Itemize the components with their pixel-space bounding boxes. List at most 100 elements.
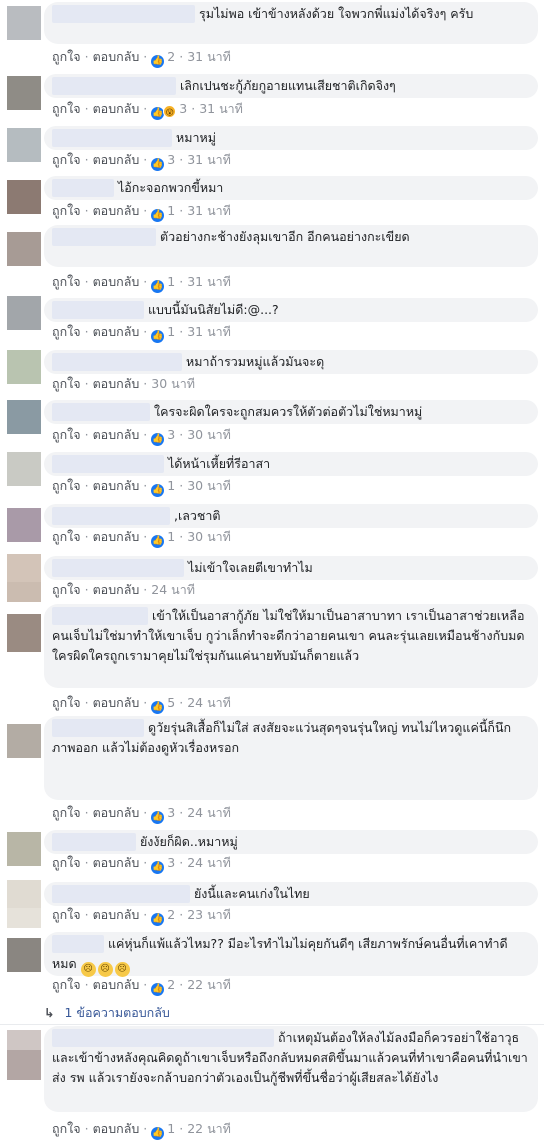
commenter-name-redacted[interactable] — [52, 885, 190, 903]
avatar[interactable] — [7, 832, 41, 866]
like-button[interactable]: ถูกใจ — [52, 478, 81, 493]
like-button[interactable]: ถูกใจ — [52, 427, 81, 442]
avatar[interactable] — [7, 724, 41, 758]
reply-button[interactable]: ตอบกลับ — [93, 152, 140, 167]
reply-button[interactable]: ตอบกลับ — [93, 203, 140, 218]
like-reaction-icon[interactable]: 👍 — [151, 209, 165, 222]
like-reaction-icon[interactable]: 👍 — [151, 55, 165, 68]
commenter-name-redacted[interactable] — [52, 179, 114, 197]
like-button[interactable]: ถูกใจ — [52, 977, 81, 992]
like-reaction-icon[interactable]: 👍 — [151, 1127, 165, 1140]
like-button[interactable]: ถูกใจ — [52, 376, 81, 391]
timestamp[interactable]: 24 นาที — [187, 855, 231, 870]
avatar[interactable] — [7, 232, 41, 266]
commenter-name-redacted[interactable] — [52, 129, 172, 147]
like-button[interactable]: ถูกใจ — [52, 805, 81, 820]
avatar[interactable] — [7, 6, 41, 40]
avatar[interactable] — [7, 76, 41, 110]
like-reaction-icon[interactable]: 👍 — [151, 535, 165, 548]
like-button[interactable]: ถูกใจ — [52, 529, 81, 544]
avatar[interactable] — [7, 582, 41, 602]
avatar[interactable] — [7, 296, 41, 330]
like-reaction-icon[interactable]: 👍 — [151, 983, 165, 996]
like-reaction-icon[interactable]: 👍 — [151, 701, 165, 714]
like-button[interactable]: ถูกใจ — [52, 855, 81, 870]
avatar[interactable] — [7, 1050, 41, 1080]
like-button[interactable]: ถูกใจ — [52, 907, 81, 922]
avatar[interactable] — [7, 180, 41, 214]
like-reaction-icon[interactable]: 👍 — [151, 861, 165, 874]
reply-button[interactable]: ตอบกลับ — [93, 427, 140, 442]
timestamp[interactable]: 31 นาที — [187, 274, 231, 289]
timestamp[interactable]: 31 นาที — [187, 324, 231, 339]
like-reaction-icon[interactable]: 👍 — [151, 484, 165, 497]
timestamp[interactable]: 24 นาที — [151, 582, 195, 597]
timestamp[interactable]: 31 นาที — [187, 152, 231, 167]
timestamp[interactable]: 31 นาที — [187, 49, 231, 64]
like-reaction-icon[interactable]: 👍 — [151, 158, 165, 171]
reply-button[interactable]: ตอบกลับ — [93, 907, 140, 922]
avatar[interactable] — [7, 614, 41, 652]
timestamp[interactable]: 24 นาที — [187, 695, 231, 710]
timestamp[interactable]: 30 นาที — [187, 478, 231, 493]
reply-button[interactable]: ตอบกลับ — [93, 977, 140, 992]
avatar[interactable] — [7, 908, 41, 928]
commenter-name-redacted[interactable] — [52, 301, 144, 319]
commenter-name-redacted[interactable] — [52, 403, 150, 421]
timestamp[interactable]: 30 นาที — [187, 427, 231, 442]
reply-button[interactable]: ตอบกลับ — [93, 695, 140, 710]
commenter-name-redacted[interactable] — [52, 77, 176, 95]
like-button[interactable]: ถูกใจ — [52, 152, 81, 167]
like-reaction-icon[interactable]: 👍 — [151, 811, 165, 824]
commenter-name-redacted[interactable] — [52, 455, 164, 473]
view-replies-link[interactable]: ↳ 1 ข้อความตอบกลับ — [44, 1003, 170, 1023]
avatar[interactable] — [7, 350, 41, 384]
timestamp[interactable]: 22 นาที — [187, 1121, 231, 1136]
like-button[interactable]: ถูกใจ — [52, 274, 81, 289]
commenter-name-redacted[interactable] — [52, 607, 148, 625]
reply-button[interactable]: ตอบกลับ — [93, 478, 140, 493]
avatar[interactable] — [7, 508, 41, 542]
avatar[interactable] — [7, 452, 41, 486]
commenter-name-redacted[interactable] — [52, 719, 144, 737]
timestamp[interactable]: 31 นาที — [199, 101, 243, 116]
timestamp[interactable]: 31 นาที — [187, 203, 231, 218]
reply-button[interactable]: ตอบกลับ — [93, 529, 140, 544]
commenter-name-redacted[interactable] — [52, 833, 136, 851]
avatar[interactable] — [7, 400, 41, 434]
reply-button[interactable]: ตอบกลับ — [93, 376, 140, 391]
commenter-name-redacted[interactable] — [52, 559, 184, 577]
commenter-name-redacted[interactable] — [52, 228, 156, 246]
timestamp[interactable]: 22 นาที — [187, 977, 231, 992]
reply-button[interactable]: ตอบกลับ — [93, 324, 140, 339]
like-button[interactable]: ถูกใจ — [52, 203, 81, 218]
reply-button[interactable]: ตอบกลับ — [93, 274, 140, 289]
commenter-name-redacted[interactable] — [52, 935, 104, 953]
reply-button[interactable]: ตอบกลับ — [93, 582, 140, 597]
like-button[interactable]: ถูกใจ — [52, 49, 81, 64]
timestamp[interactable]: 30 นาที — [151, 376, 195, 391]
like-reaction-icon[interactable]: 👍 — [151, 433, 165, 446]
timestamp[interactable]: 23 นาที — [187, 907, 231, 922]
like-button[interactable]: ถูกใจ — [52, 324, 81, 339]
commenter-name-redacted[interactable] — [52, 1029, 274, 1047]
haha-reaction-icon[interactable]: 😮 — [163, 105, 177, 118]
like-reaction-icon[interactable]: 👍 — [151, 330, 165, 343]
like-button[interactable]: ถูกใจ — [52, 101, 81, 116]
reply-button[interactable]: ตอบกลับ — [93, 1121, 140, 1136]
like-button[interactable]: ถูกใจ — [52, 582, 81, 597]
like-reaction-icon[interactable]: 👍 — [151, 913, 165, 926]
like-button[interactable]: ถูกใจ — [52, 695, 81, 710]
avatar[interactable] — [7, 938, 41, 972]
avatar[interactable] — [7, 128, 41, 162]
commenter-name-redacted[interactable] — [52, 353, 182, 371]
like-button[interactable]: ถูกใจ — [52, 1121, 81, 1136]
commenter-name-redacted[interactable] — [52, 507, 170, 525]
commenter-name-redacted[interactable] — [52, 5, 195, 23]
timestamp[interactable]: 24 นาที — [187, 805, 231, 820]
reply-button[interactable]: ตอบกลับ — [93, 101, 140, 116]
reply-button[interactable]: ตอบกลับ — [93, 855, 140, 870]
reply-button[interactable]: ตอบกลับ — [93, 805, 140, 820]
timestamp[interactable]: 30 นาที — [187, 529, 231, 544]
reply-button[interactable]: ตอบกลับ — [93, 49, 140, 64]
